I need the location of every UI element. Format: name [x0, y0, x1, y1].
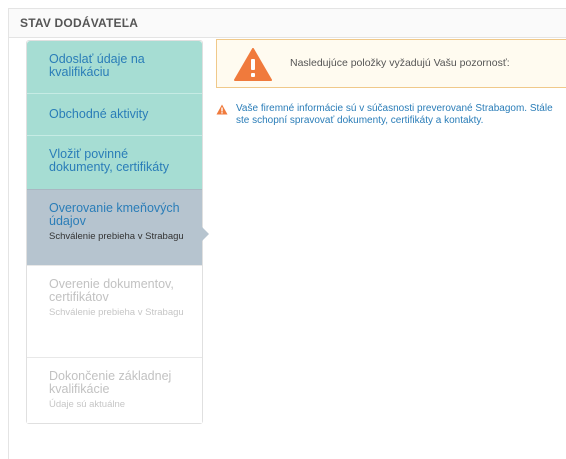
- panel-title: STAV DODÁVATEĽA: [20, 16, 139, 30]
- step-label: Obchodné aktivity: [49, 107, 149, 121]
- panel-header: STAV DODÁVATEĽA: [9, 9, 566, 38]
- step-label: Dokončenie základnej kvalifikácie: [49, 369, 172, 396]
- warning-message: Vaše firemné informácie sú v súčasnosti …: [236, 103, 553, 126]
- step-business-activities[interactable]: Obchodné aktivity: [27, 93, 202, 135]
- step-label: Overenie dokumentov, certifikátov: [49, 277, 174, 304]
- step-label: Odoslať údaje na kvalifikáciu: [49, 52, 145, 79]
- step-status-text: Schválenie prebieha v Strabagu: [49, 307, 184, 318]
- step-upload-documents[interactable]: Vložiť povinné dokumenty, certifikáty: [27, 135, 202, 189]
- step-send-data[interactable]: Odoslať údaje na kvalifikáciu: [27, 41, 202, 93]
- step-status-text: Údaje sú aktuálne: [49, 399, 126, 410]
- attention-alert: Nasledujúce položky vyžadujú Vašu pozorn…: [216, 39, 566, 88]
- step-master-data-verification[interactable]: Overovanie kmeňových údajov Schválenie p…: [27, 189, 202, 265]
- current-step-pointer: [201, 226, 209, 242]
- alert-message: Nasledujúce položky vyžadujú Vašu pozorn…: [290, 57, 510, 69]
- step-label: Vložiť povinné dokumenty, certifikáty: [49, 147, 169, 174]
- step-status-text: Schválenie prebieha v Strabagu: [49, 231, 184, 242]
- warning-icon: [234, 48, 272, 81]
- step-label: Overovanie kmeňových údajov: [49, 201, 180, 228]
- warning-icon: [216, 104, 228, 115]
- qualification-steps: Odoslať údaje na kvalifikáciu Obchodné a…: [26, 40, 203, 424]
- step-document-verification[interactable]: Overenie dokumentov, certifikátov Schvál…: [27, 265, 202, 357]
- step-basic-qualification-complete[interactable]: Dokončenie základnej kvalifikácie Údaje …: [27, 357, 202, 423]
